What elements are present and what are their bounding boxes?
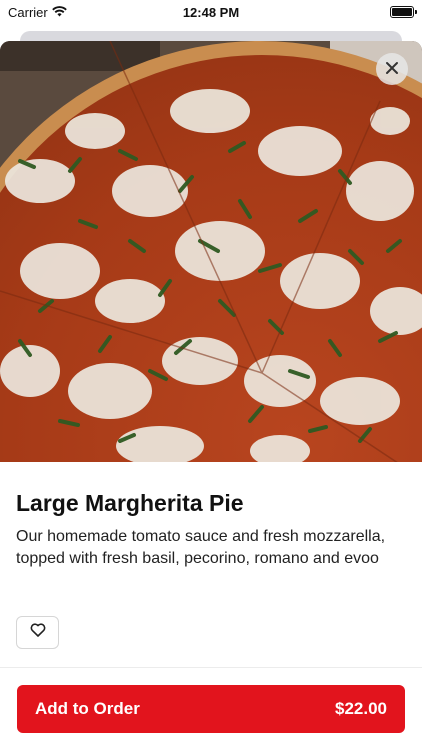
divider (0, 667, 422, 668)
margherita-pizza-photo (0, 41, 422, 462)
wifi-icon (51, 5, 67, 20)
carrier-label: Carrier (8, 4, 48, 20)
status-bar: Carrier 12:48 PM (0, 0, 422, 24)
favorite-button[interactable] (16, 616, 59, 649)
add-to-order-label: Add to Order (35, 699, 140, 718)
item-details: Large Margherita Pie Our homemade tomato… (16, 488, 406, 570)
status-left: Carrier (8, 5, 67, 20)
battery-icon (390, 6, 417, 18)
add-to-order-button[interactable]: Add to Order $22.00 (17, 685, 405, 733)
item-price: $22.00 (335, 699, 387, 718)
item-description: Our homemade tomato sauce and fresh mozz… (16, 528, 386, 567)
battery-level (392, 8, 412, 16)
item-title: Large Margherita Pie (16, 490, 244, 516)
heart-icon (30, 623, 46, 642)
close-button[interactable] (376, 53, 408, 85)
close-icon (385, 59, 399, 80)
